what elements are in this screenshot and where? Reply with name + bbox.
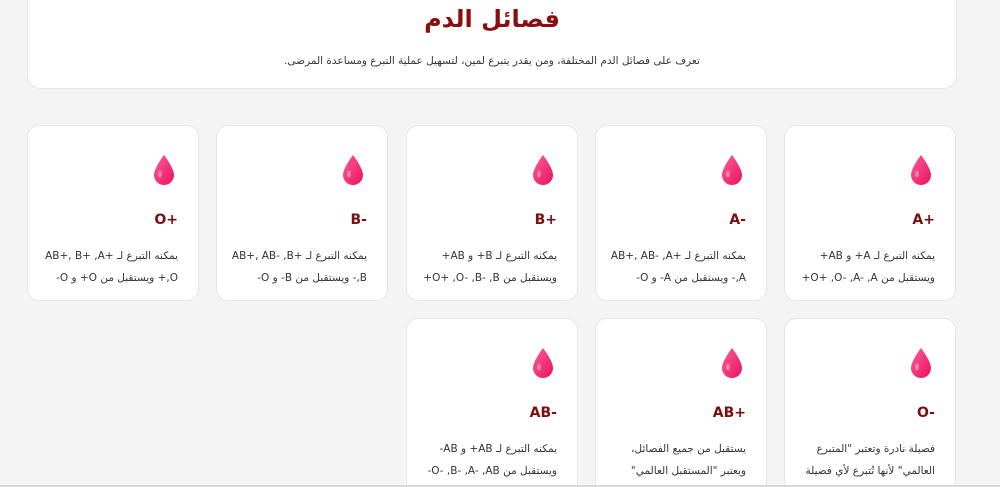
blood-type-description: يمكنه التبرع لـ B+ و AB+ ويستقبل من O+ ,…	[423, 250, 557, 284]
blood-type-description: يمكنه التبرع لـ AB+, AB- ,B+ ,B- ويستقبل…	[231, 250, 367, 284]
blood-type-name: A-	[729, 212, 746, 228]
blood-type-card-a-positive: A+ يمكنه التبرع لـ A+ و AB+ ويستقبل من O…	[784, 125, 956, 301]
blood-drop-icon	[533, 155, 553, 185]
blood-drop-icon	[722, 155, 742, 185]
blood-type-name: AB+	[712, 405, 746, 421]
blood-type-card-o-positive: O+ يمكنه التبرع لـ AB+, B+ ,A+ ,O+ ويستق…	[27, 125, 199, 301]
blood-type-card-ab-negative: AB- يمكنه التبرع لـ AB+ و AB- ويستقبل من…	[406, 318, 578, 487]
blood-drop-icon	[533, 348, 553, 378]
blood-type-name: B+	[534, 212, 557, 228]
blood-type-name: B-	[350, 212, 367, 228]
blood-type-name: A+	[912, 212, 935, 228]
blood-type-description: يمكنه التبرع لـ AB+, B+ ,A+ ,O+ ويستقبل …	[45, 250, 178, 284]
blood-type-description: فصيلة نادرة وتعتبر "المتبرع العالمي" لأن…	[805, 443, 935, 477]
blood-type-name: AB-	[529, 405, 557, 421]
blood-type-card-a-negative: A- يمكنه التبرع لـ AB+, AB- ,A+ ,A- ويست…	[595, 125, 767, 301]
blood-type-card-o-negative: O- فصيلة نادرة وتعتبر "المتبرع العالمي" …	[784, 318, 956, 487]
blood-type-description: يستقبل من جميع الفصائل، ويعتبر "المستقبل…	[630, 443, 746, 477]
blood-type-card-b-negative: B- يمكنه التبرع لـ AB+, AB- ,B+ ,B- ويست…	[216, 125, 388, 301]
blood-type-description: يمكنه التبرع لـ AB+ و AB- ويستقبل من O- …	[427, 443, 557, 477]
intro-card: فصائل الدم تعرف على فصائل الدم المختلفة،…	[27, 0, 957, 89]
page-subtitle: تعرف على فصائل الدم المختلفة، ومن يقدر ي…	[284, 55, 700, 67]
blood-drop-icon	[911, 348, 931, 378]
blood-type-card-b-positive: B+ يمكنه التبرع لـ B+ و AB+ ويستقبل من O…	[406, 125, 578, 301]
blood-drop-icon	[911, 155, 931, 185]
blood-drop-icon	[154, 155, 174, 185]
blood-drop-icon	[722, 348, 742, 378]
page-title: فصائل الدم	[424, 5, 560, 33]
blood-drop-icon	[343, 155, 363, 185]
blood-type-card-ab-positive: AB+ يستقبل من جميع الفصائل، ويعتبر "المس…	[595, 318, 767, 487]
blood-type-name: O-	[917, 405, 935, 421]
blood-type-description: يمكنه التبرع لـ AB+, AB- ,A+ ,A- ويستقبل…	[610, 250, 746, 284]
blood-type-name: O+	[154, 212, 178, 228]
blood-type-description: يمكنه التبرع لـ A+ و AB+ ويستقبل من O+ ,…	[801, 250, 935, 284]
